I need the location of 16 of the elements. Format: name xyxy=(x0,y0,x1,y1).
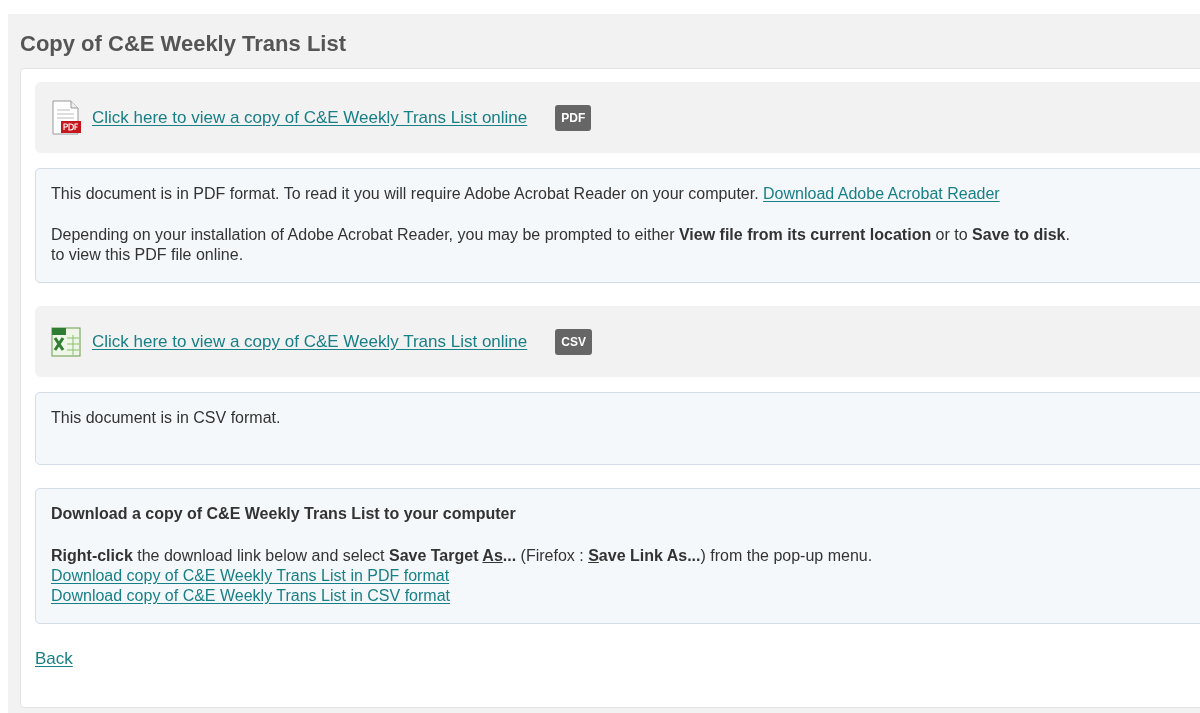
info-text: This document is in PDF format. To read it you will require Adobe Acrobat Reader on your computer. xyxy=(51,185,759,202)
view-online-link[interactable]: Click here to view a copy of C&E Weekly Trans List online xyxy=(92,104,528,131)
back-link[interactable]: Back xyxy=(35,649,73,668)
spreadsheet-icon xyxy=(50,325,82,358)
download-reader-link[interactable]: Download Adobe Acrobat Reader xyxy=(763,185,1000,202)
info-text: Depending on your installation of Adobe Acrobat Reader, you may be prompted to either View file from its current location or to Save to disk. to view this PDF file online. xyxy=(51,225,1071,265)
view-online-link[interactable]: Click here to view a copy of C&E Weekly Trans List online xyxy=(92,328,528,355)
format-label: PDF xyxy=(555,104,592,131)
instruction-text: Right-click the download link below and select Save Target As... (Firefox : Save Link As...) from the pop-up menu. xyxy=(51,546,874,566)
download-link[interactable]: Download copy of C&E Weekly Trans List in PDF format xyxy=(51,567,450,584)
download-link[interactable]: Download copy of C&E Weekly Trans List in CSV format xyxy=(51,587,450,604)
pdf-file-icon xyxy=(50,99,82,136)
page-title: Copy of C&E Weekly Trans List xyxy=(20,30,347,58)
download-heading: Download a copy of C&E Weekly Trans List to your computer xyxy=(51,504,517,524)
info-text: This document is in CSV format. xyxy=(51,409,281,426)
format-label: CSV xyxy=(555,328,592,355)
